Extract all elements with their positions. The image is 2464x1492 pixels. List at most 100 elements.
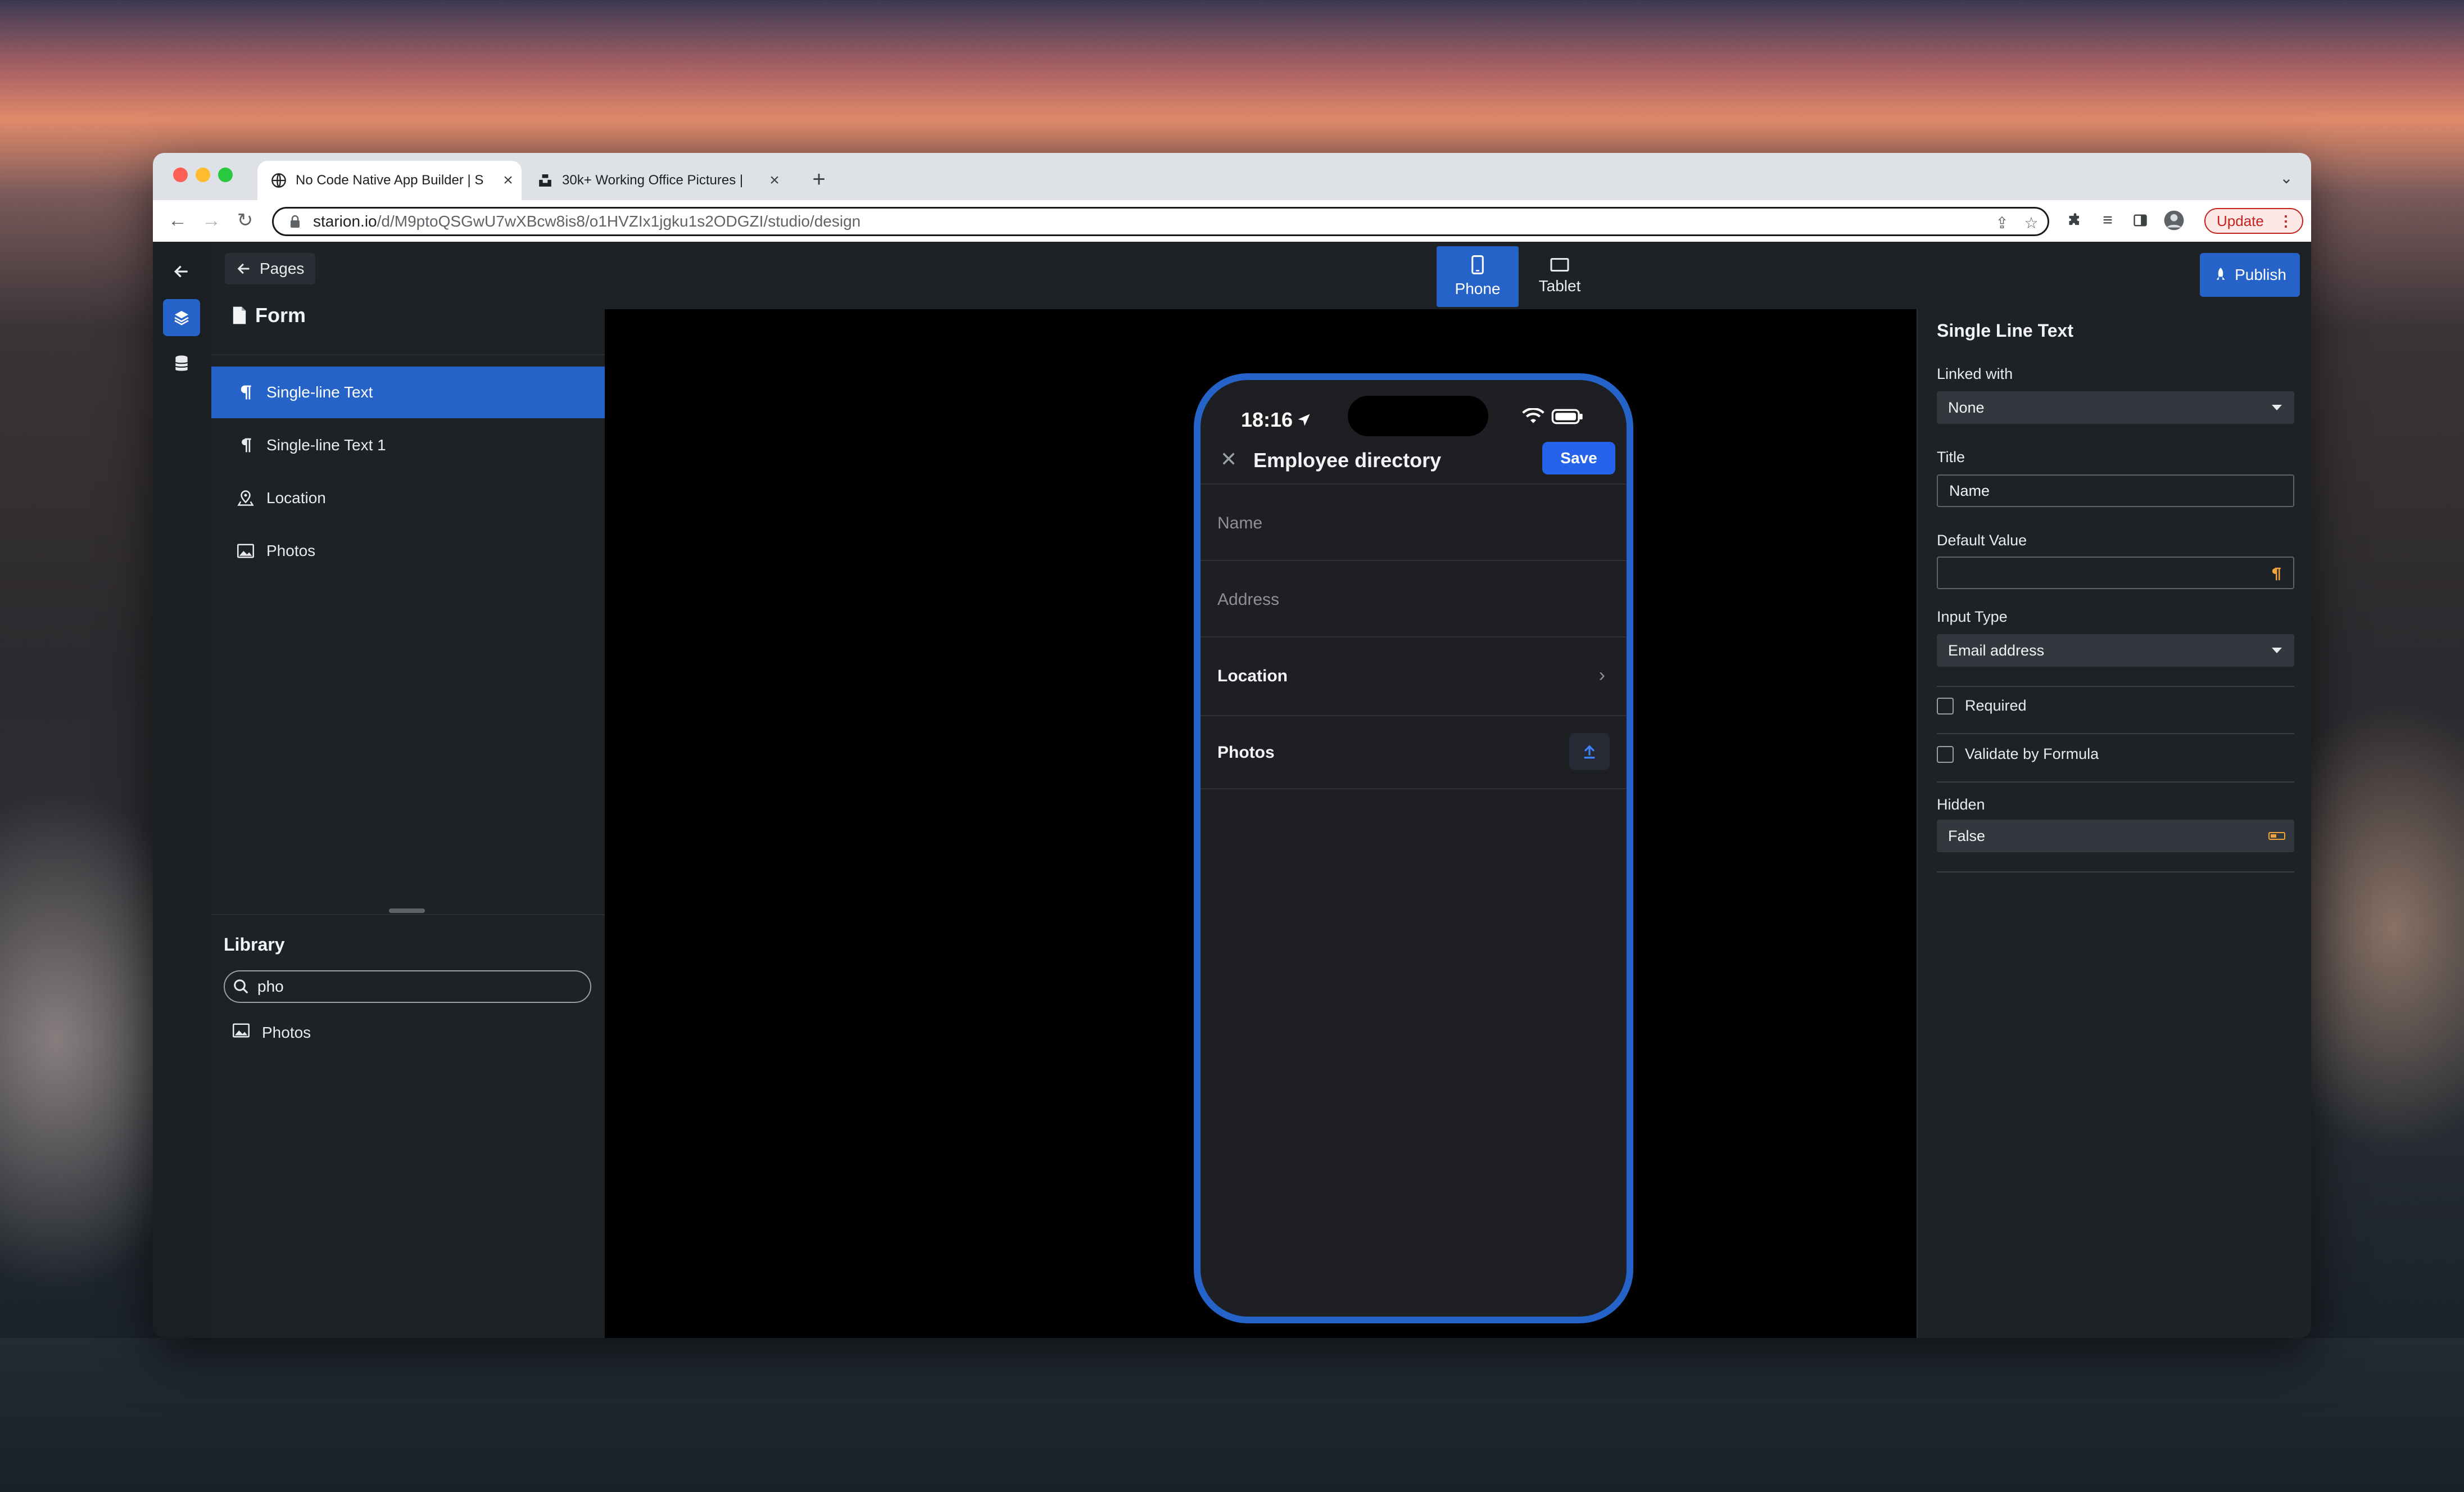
browser-tab-active[interactable]: No Code Native App Builder | S × — [257, 161, 522, 200]
field-label: Photos — [1217, 743, 1275, 762]
properties-panel: Single Line Text Linked with None Title … — [1917, 309, 2311, 1338]
zoom-window-button[interactable] — [218, 168, 233, 182]
url-text: starion.io/d/M9ptoQSGwU7wXBcw8is8/o1HVZI… — [313, 213, 860, 230]
phone-form-title: Employee directory — [1253, 449, 1442, 472]
image-icon — [237, 542, 254, 559]
default-value-input[interactable] — [1937, 557, 2294, 589]
tab-title: 30k+ Working Office Pictures | — [562, 173, 744, 188]
bookmark-star-icon[interactable]: ☆ — [2023, 214, 2040, 232]
profile-avatar[interactable] — [2163, 209, 2185, 232]
publish-button[interactable]: Publish — [2200, 253, 2300, 297]
tree-item-single-line-text[interactable]: Single-line Text — [211, 367, 605, 418]
phone-icon — [1471, 255, 1484, 274]
field-photos[interactable]: Photos — [1201, 716, 1627, 789]
caret-down-icon — [2272, 405, 2282, 410]
location-pin-icon — [237, 490, 254, 507]
tree-item-photos[interactable]: Photos — [211, 525, 605, 577]
field-name[interactable]: Name — [1201, 483, 1627, 561]
divider — [1937, 733, 2294, 734]
forward-arrow-icon[interactable]: → — [199, 208, 224, 233]
tree-item-label: Single-line Text 1 — [266, 436, 386, 454]
caret-down-icon — [2272, 648, 2282, 653]
browser-tab[interactable]: 30k+ Working Office Pictures | × — [524, 161, 788, 200]
back-arrow-icon[interactable]: ← — [165, 208, 190, 233]
library-search-input[interactable] — [256, 977, 573, 996]
dynamic-island — [1348, 396, 1488, 436]
tab-close-icon[interactable]: × — [766, 171, 783, 189]
library-item-label: Photos — [262, 1023, 311, 1041]
title-input[interactable]: Name — [1937, 474, 2294, 507]
checkbox-box[interactable] — [1937, 697, 1954, 715]
device-phone-button[interactable]: Phone — [1437, 246, 1519, 307]
tree-item-single-line-text-1[interactable]: Single-line Text 1 — [211, 419, 605, 471]
rocket-icon — [2216, 268, 2225, 280]
url-host: starion.io — [313, 213, 377, 230]
checkbox-label: Validate by Formula — [1965, 745, 2099, 762]
library-item-photos[interactable]: Photos — [233, 1023, 311, 1042]
back-button[interactable] — [163, 253, 200, 290]
update-button[interactable]: Update ⋮ — [2204, 208, 2303, 234]
input-type-label: Input Type — [1937, 608, 2008, 625]
toggle-icon[interactable] — [2268, 828, 2285, 844]
device-label: Phone — [1455, 280, 1501, 297]
checkbox-box[interactable] — [1937, 745, 1954, 763]
library-search[interactable] — [224, 970, 591, 1003]
required-checkbox[interactable]: Required — [1937, 697, 2027, 715]
minimize-window-button[interactable] — [196, 168, 210, 182]
back-arrow-icon — [174, 265, 188, 278]
paragraph-icon — [237, 384, 254, 401]
extensions-puzzle-icon[interactable] — [2064, 209, 2086, 232]
divider — [211, 354, 605, 355]
paragraph-icon — [237, 437, 254, 454]
document-icon — [233, 306, 246, 324]
wallpaper-sea — [0, 1338, 2464, 1492]
hidden-select[interactable]: False — [1937, 820, 2294, 852]
save-button[interactable]: Save — [1542, 442, 1615, 474]
panel-resize-handle[interactable] — [389, 908, 425, 913]
reload-icon[interactable]: ↻ — [233, 208, 257, 233]
layers-icon — [174, 311, 189, 325]
device-tablet-button[interactable]: Tablet — [1519, 246, 1601, 307]
paragraph-icon[interactable] — [2267, 566, 2284, 582]
layers-button[interactable] — [163, 299, 200, 336]
upload-button[interactable] — [1569, 733, 1610, 770]
address-bar[interactable]: starion.io/d/M9ptoQSGwU7wXBcw8is8/o1HVZI… — [272, 207, 2049, 236]
image-icon — [233, 1023, 250, 1042]
close-icon[interactable] — [1217, 447, 1240, 470]
status-time: 18:16 — [1241, 408, 1312, 432]
globe-icon — [271, 173, 287, 188]
validate-formula-checkbox[interactable]: Validate by Formula — [1937, 745, 2099, 763]
tab-strip: No Code Native App Builder | S × 30k+ Wo… — [153, 153, 2311, 200]
field-location[interactable]: Location › — [1201, 638, 1627, 716]
input-type-select[interactable]: Email address — [1937, 634, 2294, 667]
canvas: 18:16 Employee directory Save Name Addre… — [605, 309, 1917, 1338]
close-window-button[interactable] — [173, 168, 188, 182]
new-tab-button[interactable]: + — [805, 165, 833, 193]
form-title-text: Form — [255, 304, 306, 327]
tree-item-label: Photos — [266, 542, 316, 559]
url-path: /d/M9ptoQSGwU7wXBcw8is8/o1HVZIx1jgku1s2O… — [377, 213, 861, 230]
left-panel: Pages Form Single-line Text Single-line … — [211, 242, 606, 1338]
search-icon — [234, 979, 248, 994]
publish-label: Publish — [2235, 266, 2286, 283]
field-address[interactable]: Address — [1201, 561, 1627, 638]
phone-preview: 18:16 Employee directory Save Name Addre… — [1194, 373, 1633, 1323]
reading-list-icon[interactable]: ≡ — [2096, 209, 2119, 232]
select-value: None — [1948, 399, 1985, 416]
select-value: False — [1948, 827, 1986, 844]
phone-form-header: Employee directory Save — [1201, 436, 1627, 485]
tree-item-location[interactable]: Location — [211, 472, 605, 524]
checkbox-label: Required — [1965, 697, 2027, 714]
share-icon[interactable]: ⇪ — [1994, 214, 2010, 232]
tablet-icon — [1550, 258, 1569, 272]
tab-title: No Code Native App Builder | S — [296, 173, 484, 188]
default-value-label: Default Value — [1937, 532, 2027, 549]
unsplash-icon — [537, 173, 553, 188]
tab-close-icon[interactable]: × — [499, 171, 517, 189]
pages-button[interactable]: Pages — [225, 253, 316, 284]
linked-with-select[interactable]: None — [1937, 391, 2294, 424]
database-button[interactable] — [163, 345, 200, 382]
side-panel-icon[interactable] — [2129, 209, 2152, 232]
tab-search-chevron-icon[interactable]: ⌄ — [2275, 166, 2298, 189]
tree-item-label: Location — [266, 489, 326, 507]
